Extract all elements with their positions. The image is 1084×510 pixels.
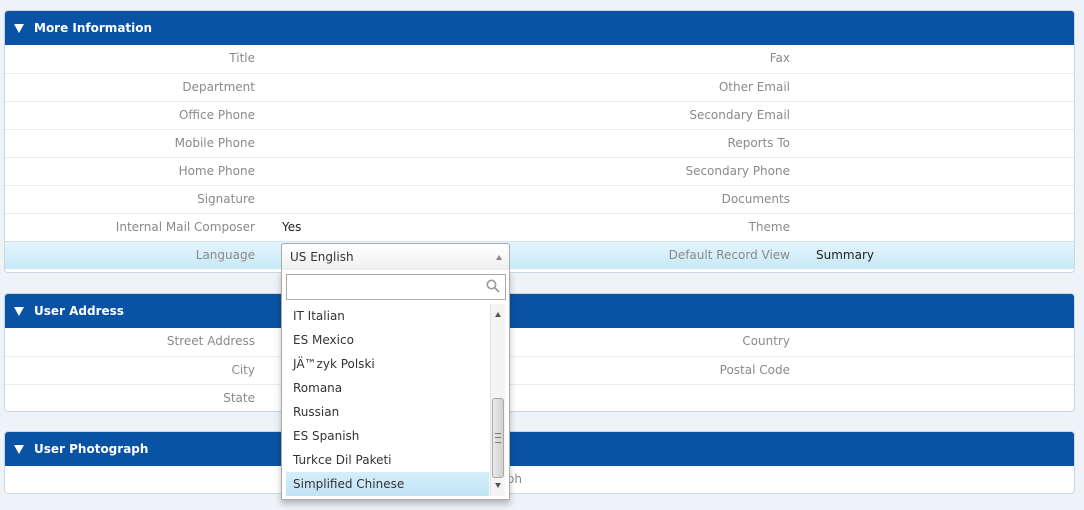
info-row: Department Other Email bbox=[5, 73, 1074, 101]
user-photograph-panel: User Photograph ph bbox=[4, 431, 1075, 494]
field-label: Fax bbox=[769, 51, 790, 65]
info-row: Title Fax bbox=[5, 45, 1074, 73]
field-label: Postal Code bbox=[719, 363, 790, 377]
field-label: Other Email bbox=[718, 80, 790, 94]
collapse-triangle-icon bbox=[14, 444, 24, 454]
field-label: Secondary Email bbox=[689, 108, 790, 122]
panel-title: User Photograph bbox=[34, 442, 149, 456]
field-value: Yes bbox=[282, 220, 302, 234]
field-label bbox=[505, 385, 790, 411]
info-row: Language Default Record View Summary bbox=[5, 241, 1074, 269]
user-address-header[interactable]: User Address bbox=[5, 294, 1074, 328]
more-information-header[interactable]: More Information bbox=[5, 11, 1074, 45]
more-information-rows: Title Fax Department Other Email Office Phon… bbox=[5, 45, 1074, 269]
language-option[interactable]: JÄ™zyk Polski bbox=[286, 352, 489, 376]
field-label: Home Phone bbox=[178, 164, 255, 178]
field-label: Internal Mail Composer bbox=[115, 220, 255, 234]
language-selected-value: US English bbox=[290, 250, 354, 264]
field-label: City bbox=[231, 363, 255, 377]
user-address-panel: User Address Street Address Country City Po… bbox=[4, 293, 1075, 412]
language-dropdown: IT Italian ES Mexico JÄ™zyk Polski Romana Ru… bbox=[281, 270, 510, 500]
address-row: Street Address Country bbox=[5, 328, 1074, 356]
info-row: Internal Mail Composer Yes Theme bbox=[5, 213, 1074, 241]
language-search-input[interactable] bbox=[291, 276, 485, 300]
field-label: Documents bbox=[721, 192, 790, 206]
language-search-box bbox=[286, 274, 506, 300]
field-label: State bbox=[223, 391, 255, 405]
field-label: Mobile Phone bbox=[174, 136, 255, 150]
field-label: Theme bbox=[748, 220, 790, 234]
info-row: Home Phone Secondary Phone bbox=[5, 157, 1074, 185]
address-row: State bbox=[5, 384, 1074, 411]
chevron-up-icon bbox=[496, 255, 502, 260]
user-address-rows: Street Address Country City Postal Code Stat… bbox=[5, 328, 1074, 411]
address-row: City Postal Code bbox=[5, 356, 1074, 384]
field-label: Default Record View bbox=[668, 248, 790, 262]
more-information-panel: More Information Title Fax Department Other… bbox=[4, 10, 1075, 273]
dropdown-scrollbar[interactable] bbox=[490, 304, 505, 496]
user-photograph-header[interactable]: User Photograph bbox=[5, 432, 1074, 466]
search-icon bbox=[486, 279, 500, 293]
scrollbar-thumb[interactable] bbox=[492, 398, 504, 478]
language-option[interactable]: IT Italian bbox=[286, 304, 489, 328]
field-label: Street Address bbox=[166, 334, 255, 348]
field-label: Reports To bbox=[727, 136, 790, 150]
language-options-list: IT Italian ES Mexico JÄ™zyk Polski Romana Ru… bbox=[286, 304, 489, 496]
language-option[interactable]: ES Mexico bbox=[286, 328, 489, 352]
photo-row: ph bbox=[5, 466, 1074, 493]
field-label: Secondary Phone bbox=[685, 164, 790, 178]
language-select[interactable]: US English bbox=[281, 243, 510, 271]
language-option[interactable]: Turkce Dil Paketi bbox=[286, 448, 489, 472]
field-label: Department bbox=[182, 80, 255, 94]
language-option[interactable]: ES Spanish bbox=[286, 424, 489, 448]
info-row: Office Phone Secondary Email bbox=[5, 101, 1074, 129]
language-option[interactable]: Romana bbox=[286, 376, 489, 400]
collapse-triangle-icon bbox=[14, 306, 24, 316]
collapse-triangle-icon bbox=[14, 23, 24, 33]
scroll-up-arrow-icon[interactable] bbox=[495, 312, 501, 317]
language-option[interactable]: Simplified Chinese bbox=[286, 472, 489, 496]
field-label: Country bbox=[742, 334, 790, 348]
field-label: Title bbox=[229, 51, 255, 65]
panel-title: More Information bbox=[34, 21, 153, 35]
scroll-down-arrow-icon[interactable] bbox=[495, 483, 501, 488]
field-value: Summary bbox=[816, 248, 874, 262]
field-label: Language bbox=[195, 248, 255, 262]
info-row: Mobile Phone Reports To bbox=[5, 129, 1074, 157]
info-row: Signature Documents bbox=[5, 185, 1074, 213]
field-label: Office Phone bbox=[178, 108, 255, 122]
field-label: Signature bbox=[197, 192, 255, 206]
panel-title: User Address bbox=[34, 304, 124, 318]
language-option[interactable]: Russian bbox=[286, 400, 489, 424]
